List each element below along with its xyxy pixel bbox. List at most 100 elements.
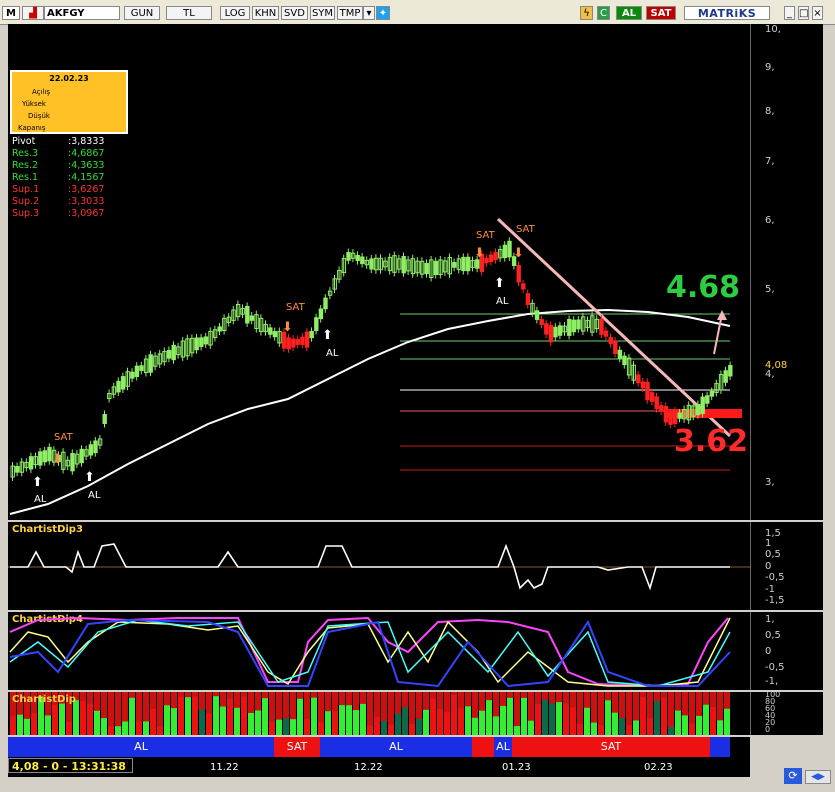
candle-body: [571, 319, 577, 333]
target-arrow-head: [717, 310, 727, 320]
histogram-bar: [87, 703, 93, 735]
tmp-button[interactable]: TMP: [337, 6, 363, 20]
khn-button[interactable]: KHN: [252, 6, 279, 20]
candle-body: [300, 336, 305, 345]
price-tick: 5,: [765, 284, 775, 295]
histogram-bar: [612, 712, 618, 735]
candle-body: [617, 349, 623, 359]
histogram-bar: [325, 711, 331, 735]
histogram-bar: [241, 696, 247, 735]
histogram-bar: [17, 714, 23, 735]
candle-body: [640, 381, 646, 389]
price-axis[interactable]: 10, 9, 8, 7, 6, 5, 4, 3, 4,08: [750, 24, 823, 520]
candle-body: [355, 254, 360, 262]
refresh-icon[interactable]: C: [597, 6, 610, 20]
sell-arrow-icon: ⬇: [513, 246, 524, 261]
period-button[interactable]: GUN: [124, 6, 160, 20]
histogram-bar: [136, 721, 142, 735]
signal-bar: AL SAT AL AL SAT: [8, 737, 750, 757]
svd-button[interactable]: SVD: [281, 6, 308, 20]
candle-body: [249, 315, 255, 321]
histogram-bar: [206, 713, 212, 735]
trend-line: [496, 217, 732, 438]
dip4-panel[interactable]: ChartistDip4: [8, 612, 750, 690]
chart-type-icon[interactable]: ▟: [22, 6, 44, 20]
candle-body: [553, 326, 558, 338]
candle-body: [360, 256, 365, 265]
histogram-bar: [94, 710, 100, 735]
dip5-panel[interactable]: ChartistDip: [8, 692, 750, 735]
minimize-icon[interactable]: _: [784, 6, 795, 20]
sup3-value: :3,0967: [68, 208, 105, 219]
histogram-bar: [213, 696, 219, 735]
histogram-bar: [122, 721, 128, 735]
candle-body: [304, 331, 310, 348]
histogram-bar: [269, 721, 275, 735]
res3-value: :4,6867: [68, 148, 105, 159]
buy-button[interactable]: AL: [616, 6, 642, 20]
price-chart[interactable]: 22.02.23 Açılış Yüksek Düşük Kapanış Piv…: [8, 24, 750, 520]
histogram-bar: [164, 705, 170, 735]
histogram-bar: [388, 724, 394, 735]
close-icon[interactable]: ×: [812, 6, 823, 20]
info-close-label: Kapanış: [18, 124, 46, 132]
dip3-tick: -1,5: [765, 595, 785, 606]
signal-segment: [710, 737, 730, 757]
lightning-icon[interactable]: ϟ: [580, 6, 593, 20]
twitter-icon[interactable]: ✦: [376, 6, 390, 20]
scroll-arrows-icon[interactable]: ◀▶: [805, 770, 831, 784]
al-signal-label: AL: [34, 494, 47, 505]
menu-button[interactable]: M: [2, 6, 20, 20]
candle-body: [613, 340, 618, 355]
toolbar: M ▟ AKFGY GUN TL LOG KHN SVD SYM TMP ▾ ✦…: [0, 0, 835, 25]
dropdown-arrow-icon[interactable]: ▾: [363, 6, 375, 20]
candle-body: [705, 395, 710, 404]
sell-arrow-icon: ⬇: [474, 246, 485, 261]
symbol-input[interactable]: AKFGY: [44, 6, 120, 20]
currency-button[interactable]: TL: [166, 6, 212, 20]
histogram-bar: [290, 719, 296, 735]
dip4-tick: -1,: [765, 676, 779, 687]
histogram-bar: [465, 706, 471, 735]
histogram-bar: [283, 718, 289, 735]
candle-body: [309, 330, 314, 339]
sup3-label: Sup.3: [12, 208, 40, 219]
histogram-bar: [493, 716, 499, 735]
maximize-icon[interactable]: □: [798, 6, 809, 20]
res2-label: Res.2: [12, 160, 39, 171]
price-tick: 8,: [765, 106, 775, 117]
sync-icon[interactable]: ⟳: [784, 768, 802, 784]
histogram-bar: [10, 716, 16, 735]
candle-body: [15, 466, 20, 473]
histogram-bar: [689, 723, 695, 735]
ohlc-info-box: 22.02.23 Açılış Yüksek Düşük Kapanış: [10, 70, 128, 134]
candle-body: [539, 319, 544, 325]
info-low-label: Düşük: [28, 112, 50, 120]
candle-body: [323, 297, 328, 310]
dip3-tick: 0,5: [765, 549, 781, 560]
sym-button[interactable]: SYM: [310, 6, 335, 20]
dip3-panel[interactable]: ChartistDip3: [8, 522, 750, 610]
histogram-bar: [143, 721, 149, 735]
dip3-tick: 0: [765, 561, 772, 572]
candle-body: [401, 255, 406, 274]
sell-arrow-icon: ⬇: [52, 452, 63, 467]
candle-body: [38, 451, 43, 466]
date-label: 11.22: [210, 762, 239, 773]
candle-body: [171, 344, 176, 361]
dip3-line: [10, 543, 730, 591]
price-tick: 7,: [765, 156, 775, 167]
histogram-bar: [402, 707, 408, 735]
log-button[interactable]: LOG: [220, 6, 250, 20]
candle-body: [709, 390, 715, 397]
dip4-yellow-line: [9, 617, 731, 687]
dip3-tick: 1: [765, 538, 772, 549]
histogram-bar: [353, 710, 359, 735]
status-readout: 4,08 - 0 - 13:31:38: [8, 758, 133, 773]
date-label: 12.22: [354, 762, 383, 773]
sell-button[interactable]: SAT: [646, 6, 676, 20]
histogram-bar: [507, 697, 513, 735]
res3-label: Res.3: [12, 148, 39, 159]
info-high-label: Yüksek: [22, 100, 46, 108]
histogram-bar: [451, 695, 457, 735]
